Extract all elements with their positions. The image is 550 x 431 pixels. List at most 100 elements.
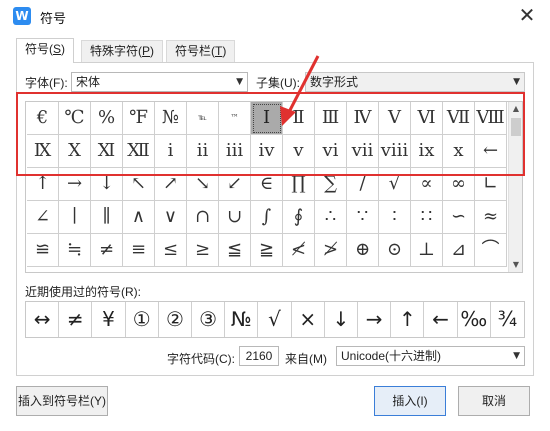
scroll-down-icon[interactable]: ▼: [509, 258, 523, 272]
symbol-cell[interactable]: ℃: [59, 102, 91, 135]
symbol-cell[interactable]: ↙: [219, 168, 251, 201]
symbol-cell[interactable]: ⊿: [443, 234, 475, 267]
cancel-button[interactable]: 取消: [458, 386, 530, 416]
symbol-cell[interactable]: ≥: [187, 234, 219, 267]
symbol-cell[interactable]: ≮: [283, 234, 315, 267]
recent-symbol-cell[interactable]: ←: [424, 302, 458, 337]
symbol-cell[interactable]: ↓: [91, 168, 123, 201]
symbol-cell[interactable]: ∞: [443, 168, 475, 201]
tab-symbols[interactable]: 符号(S): [16, 38, 75, 63]
symbol-cell[interactable]: ≯: [315, 234, 347, 267]
scroll-thumb[interactable]: [511, 118, 521, 136]
symbol-cell[interactable]: ∥: [91, 201, 123, 234]
symbol-cell[interactable]: ↗: [155, 168, 187, 201]
symbol-cell[interactable]: ≤: [155, 234, 187, 267]
symbol-cell[interactable]: /: [347, 168, 379, 201]
tab-special-chars[interactable]: 特殊字符(P): [81, 40, 164, 62]
symbol-cell[interactable]: ∴: [315, 201, 347, 234]
recent-symbol-cell[interactable]: √: [258, 302, 292, 337]
symbol-cell[interactable]: €: [27, 102, 59, 135]
symbol-cell[interactable]: ⊥: [411, 234, 443, 267]
recent-symbol-cell[interactable]: ↓: [325, 302, 359, 337]
recent-symbol-cell[interactable]: ↔: [26, 302, 60, 337]
symbol-cell[interactable]: ≦: [219, 234, 251, 267]
font-select[interactable]: 宋体 ▼: [71, 72, 248, 92]
symbol-cell[interactable]: ≈: [475, 201, 507, 234]
symbol-cell[interactable]: ⅰ: [155, 135, 187, 168]
symbol-cell[interactable]: ⅳ: [251, 135, 283, 168]
symbol-cell[interactable]: %: [91, 102, 123, 135]
recent-symbol-cell[interactable]: ③: [192, 302, 226, 337]
symbol-cell[interactable]: Ⅸ: [27, 135, 59, 168]
subset-select[interactable]: 数字形式 ▼: [305, 72, 525, 92]
recent-symbol-cell[interactable]: ‰: [458, 302, 491, 337]
symbol-cell[interactable]: ↑: [27, 168, 59, 201]
recent-symbol-cell[interactable]: ↑: [391, 302, 425, 337]
insert-button[interactable]: 插入(I): [374, 386, 446, 416]
symbol-cell[interactable]: ∝: [411, 168, 443, 201]
symbol-cell[interactable]: Ⅹ: [59, 135, 91, 168]
symbol-cell[interactable]: →: [59, 168, 91, 201]
symbol-cell[interactable]: ⅹ: [443, 135, 475, 168]
symbol-cell[interactable]: ↖: [123, 168, 155, 201]
symbol-cell[interactable]: ⅷ: [379, 135, 411, 168]
char-code-input[interactable]: 2160: [239, 346, 279, 366]
symbol-cell[interactable]: №: [155, 102, 187, 135]
symbol-cell[interactable]: Ⅲ: [315, 102, 347, 135]
encoding-select[interactable]: Unicode(十六进制) ▼: [336, 346, 525, 366]
symbol-cell[interactable]: ℡: [187, 102, 219, 135]
symbol-cell[interactable]: Ⅶ: [443, 102, 475, 135]
symbol-cell[interactable]: ≒: [59, 234, 91, 267]
close-icon[interactable]: ✕: [516, 4, 538, 26]
symbol-cell[interactable]: ∠: [27, 201, 59, 234]
recent-symbol-cell[interactable]: ≠: [59, 302, 93, 337]
symbol-cell[interactable]: ⅱ: [187, 135, 219, 168]
symbol-cell[interactable]: ⅶ: [347, 135, 379, 168]
symbol-cell[interactable]: Ⅱ: [283, 102, 315, 135]
scroll-up-icon[interactable]: ▲: [509, 102, 523, 116]
symbol-cell[interactable]: ∶: [379, 201, 411, 234]
symbol-cell[interactable]: ∪: [219, 201, 251, 234]
symbol-cell[interactable]: Ⅳ: [347, 102, 379, 135]
symbol-cell[interactable]: ∏: [283, 168, 315, 201]
symbol-cell[interactable]: ™: [219, 102, 251, 135]
symbol-cell[interactable]: ⅵ: [315, 135, 347, 168]
symbol-cell[interactable]: Ⅴ: [379, 102, 411, 135]
symbol-cell[interactable]: ∑: [315, 168, 347, 201]
recent-symbol-cell[interactable]: ①: [126, 302, 159, 337]
symbol-cell[interactable]: √: [379, 168, 411, 201]
symbol-cell[interactable]: Ⅷ: [475, 102, 507, 135]
symbol-cell[interactable]: ∽: [443, 201, 475, 234]
symbol-cell[interactable]: ⅸ: [411, 135, 443, 168]
symbol-cell[interactable]: ≡: [123, 234, 155, 267]
symbol-cell[interactable]: Ⅻ: [123, 135, 155, 168]
symbol-cell[interactable]: ⅲ: [219, 135, 251, 168]
symbol-cell[interactable]: Ⅰ: [251, 102, 283, 135]
symbol-cell[interactable]: ←: [475, 135, 507, 168]
symbol-cell[interactable]: ∟: [475, 168, 507, 201]
symbol-cell[interactable]: ∈: [251, 168, 283, 201]
symbol-cell[interactable]: ∷: [411, 201, 443, 234]
symbol-cell[interactable]: ≧: [251, 234, 283, 267]
symbol-cell[interactable]: ⊕: [347, 234, 379, 267]
symbol-cell[interactable]: Ⅵ: [411, 102, 443, 135]
recent-symbol-cell[interactable]: №: [225, 302, 259, 337]
tab-symbol-bar[interactable]: 符号栏(T): [166, 40, 236, 62]
recent-symbol-cell[interactable]: ②: [159, 302, 193, 337]
symbol-cell[interactable]: ↘: [187, 168, 219, 201]
symbol-cell[interactable]: ∩: [187, 201, 219, 234]
recent-symbol-cell[interactable]: ×: [292, 302, 325, 337]
symbol-cell[interactable]: ℉: [123, 102, 155, 135]
recent-symbol-cell[interactable]: ¾: [491, 302, 524, 337]
symbol-cell[interactable]: ⌒: [475, 234, 507, 267]
symbol-cell[interactable]: ∫: [251, 201, 283, 234]
symbol-cell[interactable]: ⊙: [379, 234, 411, 267]
symbol-cell[interactable]: ∮: [283, 201, 315, 234]
grid-scrollbar[interactable]: ▲ ▼: [508, 102, 522, 272]
symbol-cell[interactable]: ∣: [59, 201, 91, 234]
symbol-cell[interactable]: ≠: [91, 234, 123, 267]
symbol-cell[interactable]: ∨: [155, 201, 187, 234]
recent-symbol-cell[interactable]: →: [358, 302, 392, 337]
symbol-cell[interactable]: ≌: [27, 234, 59, 267]
symbol-cell[interactable]: ∧: [123, 201, 155, 234]
